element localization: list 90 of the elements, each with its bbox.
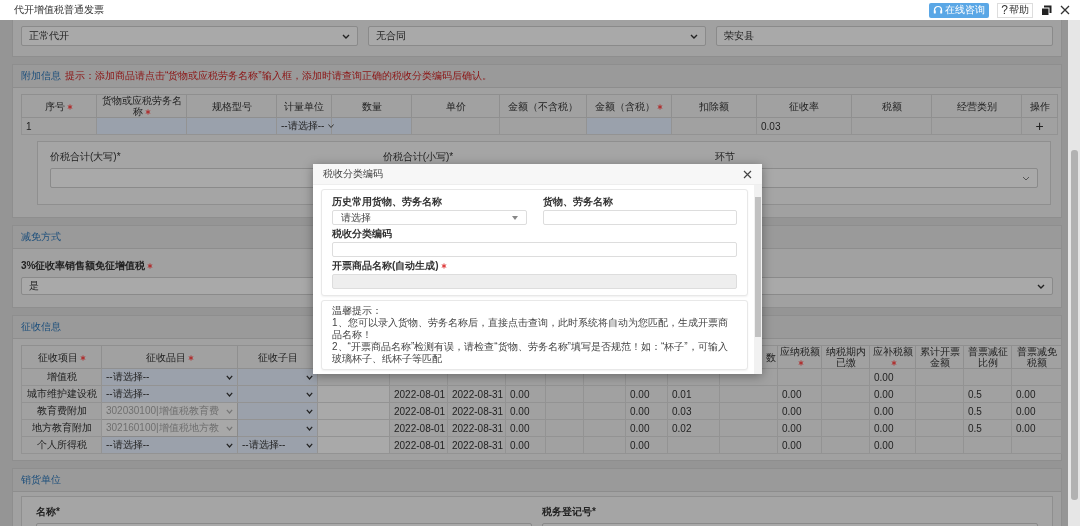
section-title: 销货单位 bbox=[21, 473, 61, 487]
table-cell: 2022-08-31 bbox=[452, 388, 504, 400]
column-header: 操作 bbox=[1029, 100, 1050, 112]
table-cell: 个人所得税 bbox=[36, 439, 87, 450]
column-header: 规格型号 bbox=[211, 100, 252, 112]
column-header: 数 bbox=[766, 351, 776, 363]
column-header: 税额 bbox=[881, 100, 902, 112]
column-header: 序号 bbox=[45, 100, 65, 112]
table-cell: 0.00 bbox=[782, 439, 802, 451]
table-cell: 0.00 bbox=[1016, 388, 1036, 400]
table-cell: 0.00 bbox=[630, 388, 650, 400]
section-title: 附加信息 bbox=[21, 69, 61, 83]
table-cell: 0.00 bbox=[630, 405, 650, 417]
column-header: 纳税期内已缴 bbox=[825, 346, 866, 368]
field-label: 税务登记号* bbox=[542, 505, 597, 519]
table-cell: 0.00 bbox=[630, 439, 650, 451]
table-cell: 0.03 bbox=[672, 405, 692, 417]
column-header: 征收子目 bbox=[257, 351, 298, 363]
table-cell: 0.00 bbox=[782, 388, 802, 400]
table-cell: 地方教育附加 bbox=[31, 422, 92, 433]
table-cell: 0.00 bbox=[510, 388, 530, 400]
select-field[interactable]: 请选择 bbox=[332, 210, 527, 225]
table-cell: 0.5 bbox=[968, 388, 982, 400]
column-header: 数量 bbox=[361, 100, 382, 112]
table-cell: 0.00 bbox=[874, 405, 894, 417]
field-label: 开票商品名称(自动生成) bbox=[332, 259, 439, 273]
column-header: 普票减征比例 bbox=[967, 346, 1008, 368]
column-header: 征收品目 bbox=[145, 351, 186, 363]
column-header: 扣除额 bbox=[699, 100, 729, 112]
field-label: 环节 bbox=[715, 150, 737, 164]
table-cell: 2022-08-31 bbox=[452, 422, 504, 434]
field-label: 价税合计(大写)* bbox=[50, 150, 122, 164]
table-cell: 城市维护建设税 bbox=[26, 388, 97, 399]
table-cell: 2022-08-01 bbox=[394, 388, 446, 400]
table-cell: 增值税 bbox=[46, 371, 77, 382]
table-cell: 2022-08-01 bbox=[394, 422, 446, 434]
table-cell: 0.00 bbox=[782, 422, 802, 434]
field-label: 货物、劳务名称 bbox=[542, 195, 613, 209]
table-cell: 0.5 bbox=[968, 422, 982, 434]
section-title: 减免方式 bbox=[21, 230, 61, 244]
select-field[interactable]: 无合同 bbox=[368, 26, 706, 46]
column-header: 经营类别 bbox=[956, 100, 997, 112]
column-header: 征收率 bbox=[789, 100, 819, 112]
column-header: 金额（含税） bbox=[595, 100, 655, 112]
help-button[interactable]: ?帮助 bbox=[997, 2, 1033, 18]
column-header: 应纳税额 bbox=[779, 346, 820, 357]
column-header: 征收项目 bbox=[37, 351, 78, 363]
section-title: 征收信息 bbox=[21, 320, 61, 334]
table-cell: 2022-08-31 bbox=[452, 439, 504, 451]
column-header: 应补税额 bbox=[872, 346, 913, 357]
column-header: 单价 bbox=[445, 100, 466, 112]
table-cell: 0.00 bbox=[874, 371, 894, 383]
table-cell: 1 bbox=[26, 120, 32, 132]
table-cell: 0.00 bbox=[782, 405, 802, 417]
table-cell: 0.03 bbox=[761, 120, 781, 132]
table-cell: 0.01 bbox=[672, 388, 692, 400]
column-header: 累计开票金额 bbox=[919, 346, 960, 368]
table-cell: 0.00 bbox=[510, 422, 530, 434]
table-cell: 2022-08-01 bbox=[394, 405, 446, 417]
table-cell: 教育费附加 bbox=[36, 405, 87, 416]
table-cell: 2022-08-01 bbox=[394, 439, 446, 451]
tip-title: 温馨提示： bbox=[332, 305, 383, 317]
table-cell: 0.5 bbox=[968, 405, 982, 417]
field-label: 税收分类编码 bbox=[332, 227, 392, 241]
window-title: 代开增值税普通发票 bbox=[14, 3, 104, 17]
hint-text: 提示：添加商品请点击“货物或应税劳务名称”输入框，添加时请查询正确的税收分类编码后确认。 bbox=[65, 69, 492, 83]
table-cell: 2022-08-31 bbox=[452, 405, 504, 417]
column-header: 货物或应税劳务名称 bbox=[101, 95, 182, 117]
table-cell: 0.00 bbox=[1016, 405, 1036, 417]
table-cell: 0.00 bbox=[1016, 422, 1036, 434]
dialog-title: 税收分类编码 bbox=[323, 167, 383, 181]
tip-text: 1、您可以录入货物、劳务名称后，直接点击查询，此时系统将自动为您匹配，生成开票商品名称！ bbox=[332, 317, 729, 341]
table-cell: 0.00 bbox=[630, 422, 650, 434]
tip-text: 2、“开票商品名称”检测有误，请检查“货物、劳务名称”填写是否规范！如：“杯子”，可输入玻璃杯子、纸杯子等匹配 bbox=[332, 341, 729, 365]
field-label: 3%征收率销售额免征增值税 bbox=[21, 259, 146, 273]
column-header: 计量单位 bbox=[284, 100, 324, 112]
table-cell: 0.02 bbox=[672, 422, 692, 434]
table-cell: 0.00 bbox=[510, 439, 530, 451]
column-header: 金额（不含税） bbox=[508, 100, 578, 112]
text-field[interactable]: 荣安县 bbox=[715, 26, 1053, 46]
field-label: 名称* bbox=[36, 505, 61, 519]
column-header: 普票减免税额 bbox=[1016, 346, 1057, 368]
field-label: 历史常用货物、劳务名称 bbox=[332, 195, 442, 209]
table-cell: 0.00 bbox=[510, 405, 530, 417]
select-field[interactable]: 正常代开 bbox=[21, 26, 359, 46]
table-cell: 0.00 bbox=[874, 422, 894, 434]
field-label: 价税合计(小写)* bbox=[382, 150, 455, 164]
table-cell: 0.00 bbox=[874, 388, 894, 400]
table-cell: 0.00 bbox=[874, 439, 894, 451]
add-button[interactable]: + bbox=[1035, 119, 1044, 133]
